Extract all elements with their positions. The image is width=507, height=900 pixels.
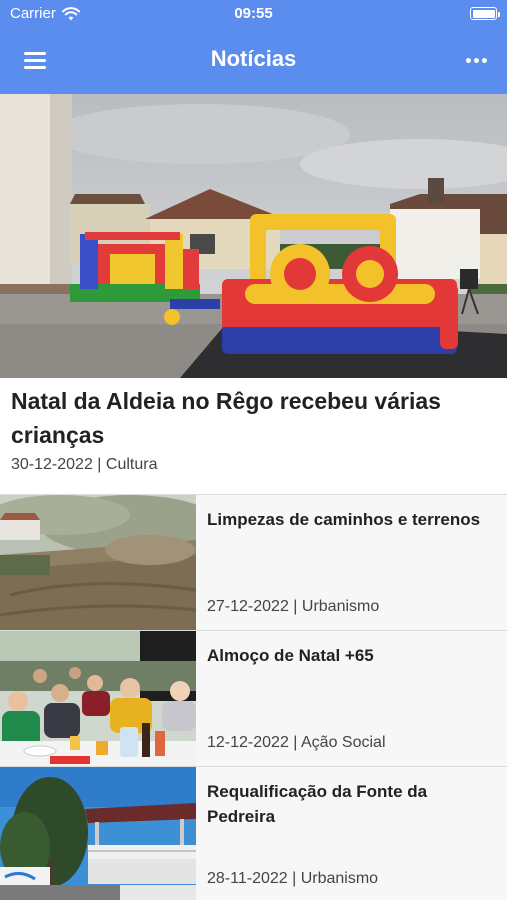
news-item-meta: 27-12-2022 | Urbanismo xyxy=(207,598,380,615)
hamburger-menu-icon[interactable] xyxy=(18,46,52,74)
news-item-title: Limpezas de caminhos e terrenos xyxy=(207,510,481,529)
featured-news-meta: 30-12-2022 | Cultura xyxy=(11,456,158,473)
news-list-item[interactable]: Requalificação da Fonte da Pedreira 28-1… xyxy=(0,767,507,900)
more-dots-icon[interactable] xyxy=(459,48,493,72)
news-thumbnail xyxy=(0,767,196,900)
status-time: 09:55 xyxy=(234,5,273,22)
news-item-title: Almoço de Natal +65 xyxy=(207,646,374,665)
battery-icon xyxy=(470,7,500,20)
news-thumbnail xyxy=(0,631,196,766)
news-item-title: Requalificação da Fonte da Pedreira xyxy=(207,782,428,826)
featured-news-title: Natal da Aldeia no Rêgo recebeu várias c… xyxy=(11,388,441,448)
app-header: Carrier 09:55 Notícias xyxy=(0,0,507,94)
news-thumbnail xyxy=(0,495,196,630)
status-bar: Carrier 09:55 xyxy=(0,0,507,28)
news-item-meta: 28-11-2022 | Urbanismo xyxy=(207,870,379,887)
news-list-item[interactable]: Almoço de Natal +65 12-12-2022 | Ação So… xyxy=(0,631,507,767)
news-list-item[interactable]: Limpezas de caminhos e terrenos 27-12-20… xyxy=(0,495,507,631)
featured-news-card[interactable]: Natal da Aldeia no Rêgo recebeu várias c… xyxy=(0,94,507,495)
featured-news-image xyxy=(0,94,507,378)
page-title: Notícias xyxy=(210,46,297,71)
news-item-meta: 12-12-2022 | Ação Social xyxy=(207,734,386,751)
